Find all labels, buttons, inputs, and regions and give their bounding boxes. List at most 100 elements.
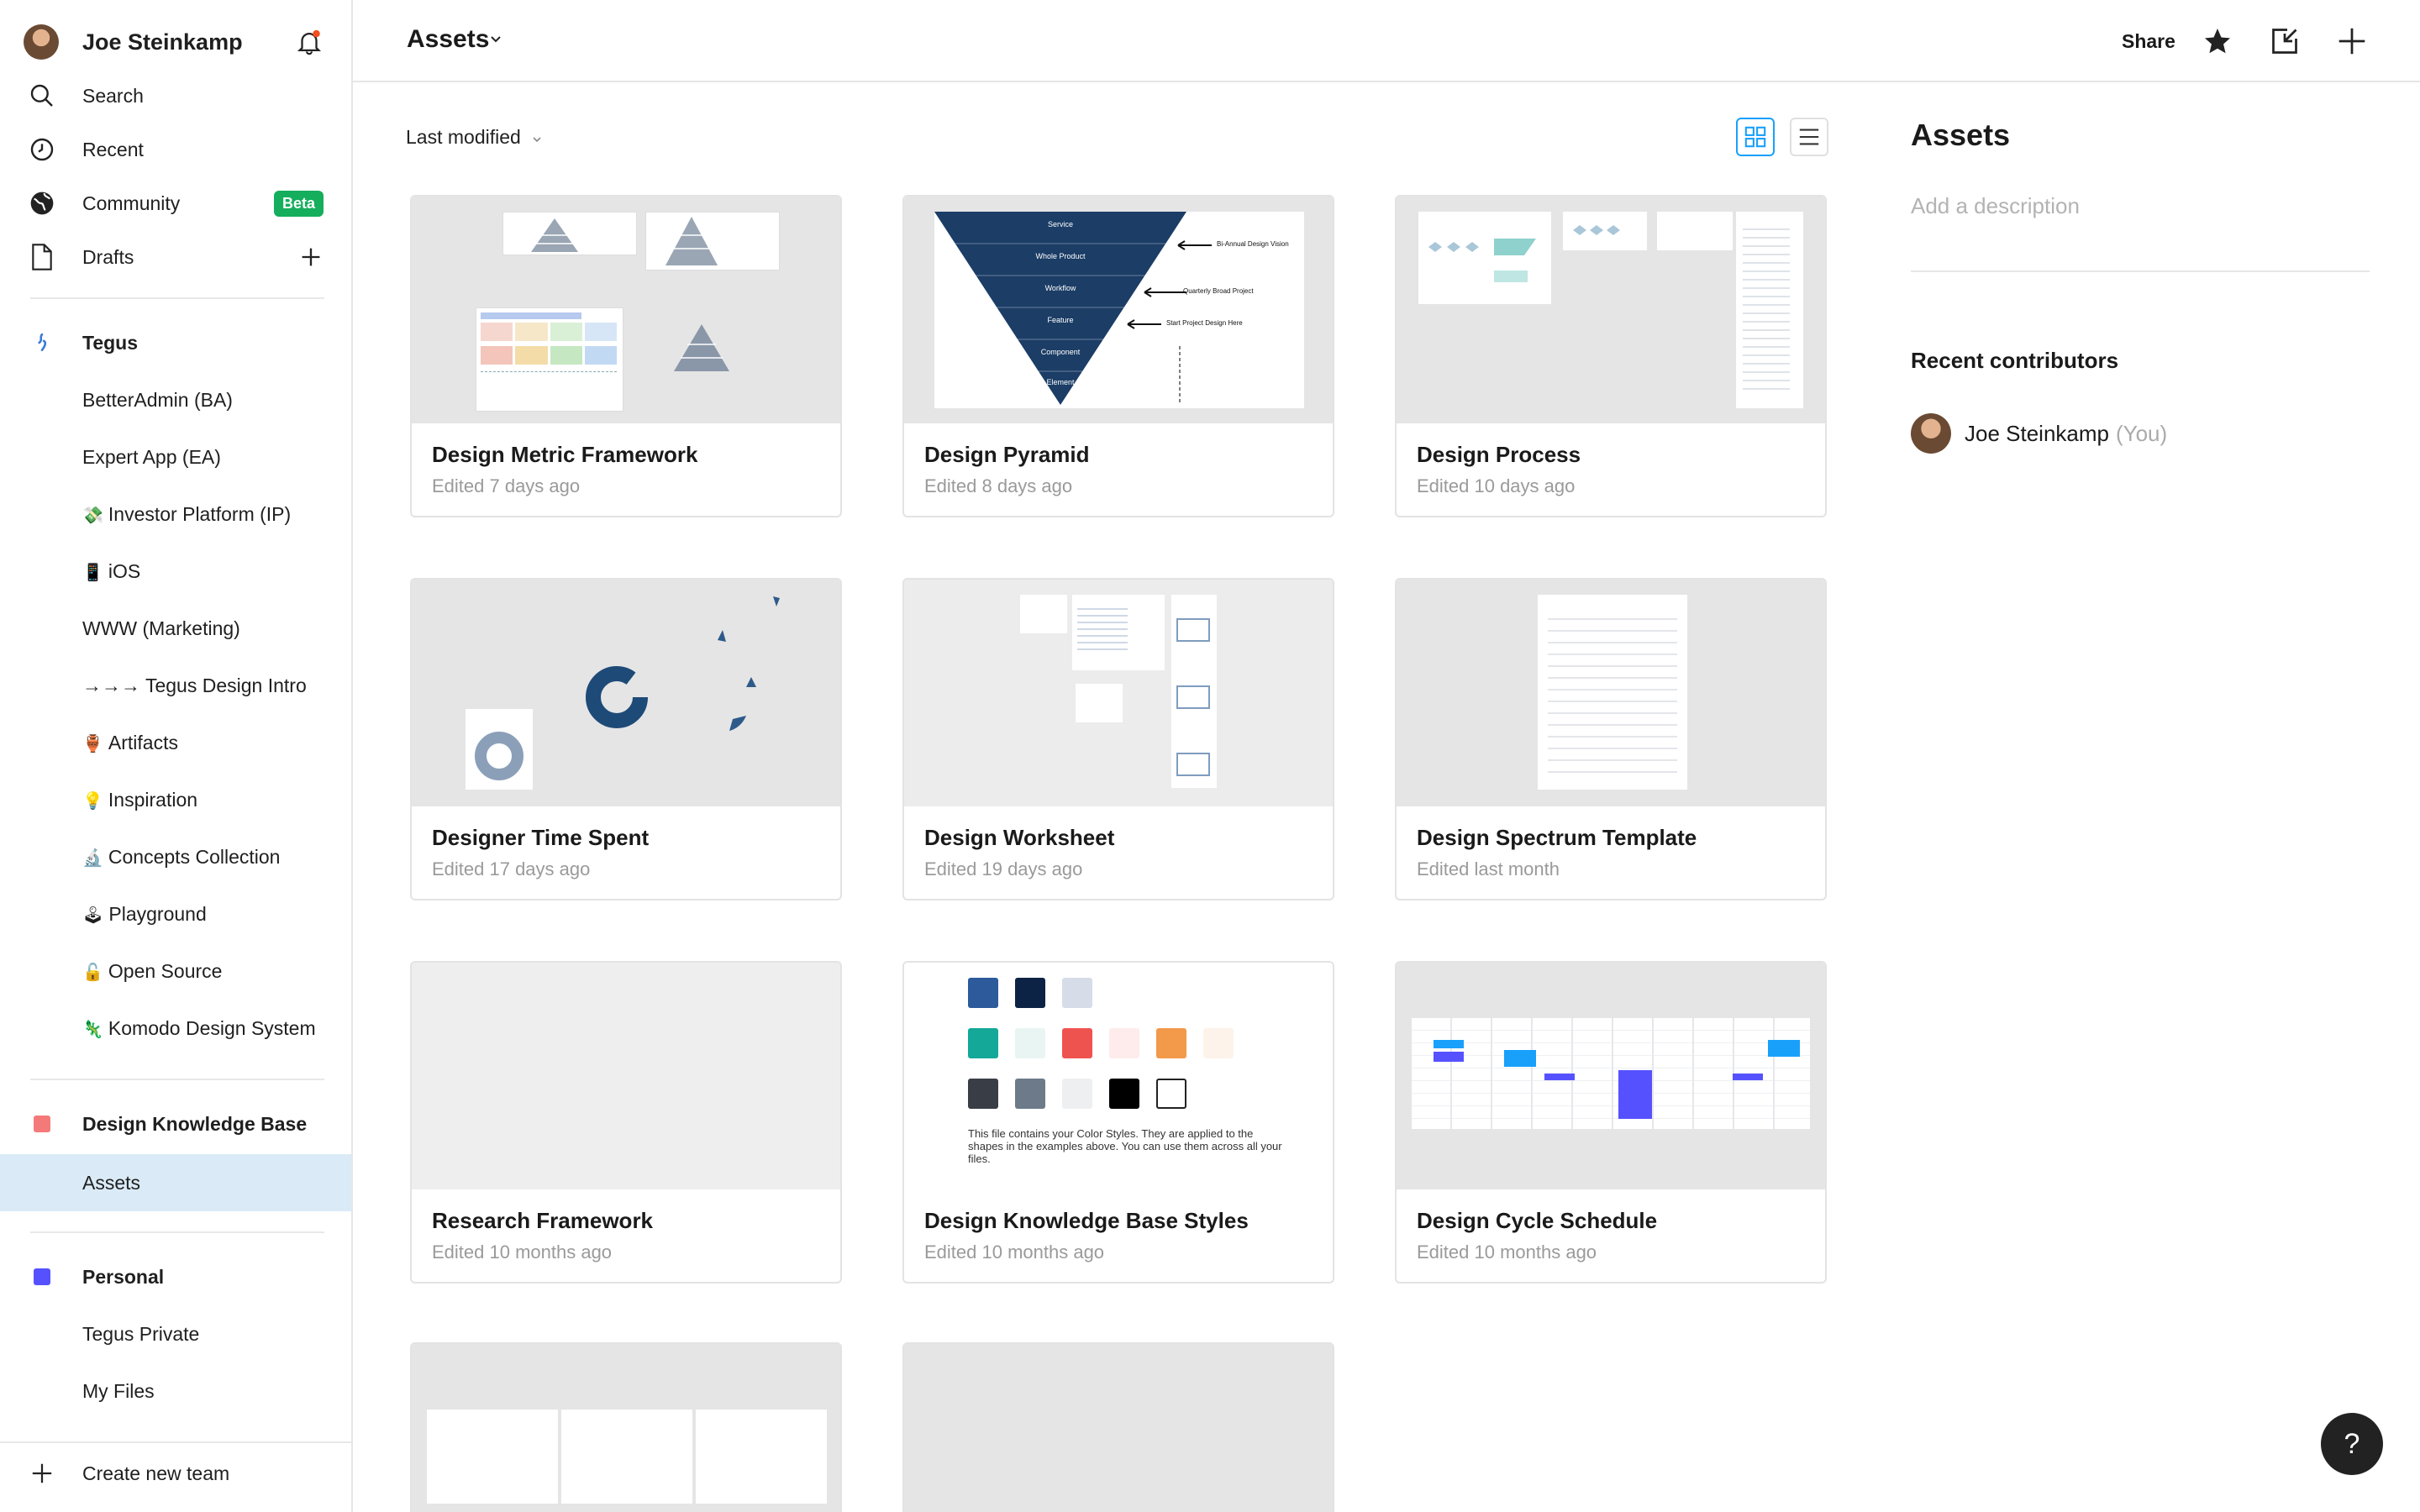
sidebar-project-item[interactable]: 📱 iOS xyxy=(0,544,351,598)
sidebar-item-recent[interactable]: Recent xyxy=(0,123,351,176)
sort-label: Last modified xyxy=(406,126,521,148)
star-icon[interactable] xyxy=(2202,25,2233,57)
sidebar-item-label: Search xyxy=(82,84,144,107)
file-title: Design Knowledge Base Styles xyxy=(924,1208,1249,1233)
file-icon xyxy=(27,242,57,272)
project-label: 🔓 Open Source xyxy=(82,960,222,983)
share-button[interactable]: Share xyxy=(2122,30,2175,53)
sidebar-project-item[interactable]: Expert App (EA) xyxy=(0,430,351,484)
file-card[interactable] xyxy=(410,1342,842,1512)
file-card[interactable]: Design Spectrum Template Edited last mon… xyxy=(1395,578,1827,900)
file-card[interactable]: Design Process Edited 10 days ago xyxy=(1395,195,1827,517)
file-thumbnail xyxy=(412,963,840,1189)
account-row[interactable]: Joe Steinkamp xyxy=(0,15,351,69)
file-card[interactable]: Design Worksheet Edited 19 days ago xyxy=(902,578,1334,900)
file-title: Design Cycle Schedule xyxy=(1417,1208,1658,1233)
description-input[interactable]: Add a description xyxy=(1911,193,2370,219)
sidebar-project-item[interactable]: BetterAdmin (BA) xyxy=(0,373,351,427)
project-emoji-icon: 🔬 xyxy=(82,847,103,868)
sidebar-item-tegus-private[interactable]: Tegus Private xyxy=(0,1307,351,1361)
sidebar-project-item[interactable]: 🕹 Playground xyxy=(0,887,351,941)
project-label: Tegus Private xyxy=(82,1322,200,1345)
team-header-personal[interactable]: Personal xyxy=(0,1250,351,1304)
file-card[interactable] xyxy=(902,1342,1334,1512)
pyramid-note: Start Project Design Here xyxy=(1166,319,1243,327)
sidebar-item-community[interactable]: Community Beta xyxy=(0,176,351,230)
new-file-plus-icon[interactable] xyxy=(2336,25,2368,57)
team-logo-icon xyxy=(27,328,57,358)
sidebar-item-search[interactable]: Search xyxy=(0,69,351,123)
project-name: Investor Platform (IP) xyxy=(108,502,292,525)
project-label: BetterAdmin (BA) xyxy=(82,389,233,412)
color-swatch xyxy=(1015,1028,1045,1058)
sidebar-project-item[interactable]: 🦎 Komodo Design System xyxy=(0,1001,351,1055)
page-title[interactable]: Assets xyxy=(407,25,489,54)
file-edited-time: Edited 10 days ago xyxy=(1417,475,1576,496)
project-name: Playground xyxy=(108,902,207,925)
file-edited-time: Edited 10 months ago xyxy=(924,1242,1105,1263)
file-card[interactable]: This file contains your Color Styles. Th… xyxy=(902,961,1334,1284)
sidebar-project-item[interactable]: WWW (Marketing) xyxy=(0,601,351,655)
team-header-design-knowledge-base[interactable]: Design Knowledge Base xyxy=(0,1097,351,1151)
project-label: 🕹 Playground xyxy=(82,903,207,926)
file-card[interactable]: Service Whole Product Workflow Feature C… xyxy=(902,195,1334,517)
team-color-swatch xyxy=(34,1268,50,1285)
file-thumbnail xyxy=(1397,963,1825,1189)
plus-icon xyxy=(27,1458,57,1488)
file-title: Design Process xyxy=(1417,442,1581,467)
project-label: 💸 Investor Platform (IP) xyxy=(82,503,291,526)
sidebar-item-my-files[interactable]: My Files xyxy=(0,1364,351,1418)
user-name[interactable]: Joe Steinkamp xyxy=(82,29,243,55)
notification-bell-icon[interactable] xyxy=(294,27,324,57)
file-edited-time: Edited 10 months ago xyxy=(1417,1242,1597,1263)
sidebar-project-item[interactable]: 🔓 Open Source xyxy=(0,944,351,998)
file-card[interactable]: Design Cycle Schedule Edited 10 months a… xyxy=(1395,961,1827,1284)
color-swatch xyxy=(1062,978,1092,1008)
pyramid-note: Quarterly Broad Project xyxy=(1183,287,1254,295)
sidebar-project-item[interactable]: 🔬 Concepts Collection xyxy=(0,830,351,884)
sidebar-project-item[interactable]: →→→ Tegus Design Intro xyxy=(0,659,351,712)
file-title: Research Framework xyxy=(432,1208,654,1233)
sidebar-item-drafts[interactable]: Drafts xyxy=(0,230,351,284)
sidebar-divider xyxy=(0,1441,351,1443)
help-button[interactable]: ? xyxy=(2321,1413,2383,1475)
project-name: WWW (Marketing) xyxy=(82,617,240,639)
file-thumbnail xyxy=(1397,580,1825,806)
color-swatch xyxy=(1156,1028,1186,1058)
sidebar-divider xyxy=(30,1079,324,1080)
create-team-button[interactable]: Create new team xyxy=(0,1446,351,1500)
team-header-tegus[interactable]: Tegus xyxy=(0,316,351,370)
sort-dropdown[interactable]: Last modified xyxy=(406,126,543,149)
search-icon xyxy=(27,81,57,111)
file-title: Design Pyramid xyxy=(924,442,1090,467)
project-name: →→→ Tegus Design Intro xyxy=(82,674,307,696)
styles-note: This file contains your Color Styles. Th… xyxy=(968,1127,1282,1165)
file-title: Design Metric Framework xyxy=(432,442,698,467)
user-avatar[interactable] xyxy=(24,24,59,60)
add-draft-icon[interactable] xyxy=(296,242,326,272)
sidebar-project-item[interactable]: 💸 Investor Platform (IP) xyxy=(0,487,351,541)
sidebar-item-assets[interactable]: Assets xyxy=(0,1154,351,1211)
sidebar-project-item[interactable]: 🏺 Artifacts xyxy=(0,716,351,769)
file-title: Design Worksheet xyxy=(924,825,1115,850)
import-icon[interactable] xyxy=(2269,25,2301,57)
file-thumbnail xyxy=(904,580,1333,806)
sidebar-divider xyxy=(30,297,324,299)
grid-view-button[interactable] xyxy=(1736,118,1775,156)
file-thumbnail xyxy=(412,1344,840,1512)
project-name: Komodo Design System xyxy=(108,1016,316,1039)
chevron-down-icon[interactable] xyxy=(489,34,502,49)
color-swatch xyxy=(968,1028,998,1058)
file-card[interactable]: Design Metric Framework Edited 7 days ag… xyxy=(410,195,842,517)
project-name: BetterAdmin (BA) xyxy=(82,388,233,411)
sidebar-project-item[interactable]: 💡 Inspiration xyxy=(0,773,351,827)
file-card[interactable]: Research Framework Edited 10 months ago xyxy=(410,961,842,1284)
project-emoji-icon: 🕹 xyxy=(82,904,104,925)
file-thumbnail: This file contains your Color Styles. Th… xyxy=(904,963,1333,1189)
file-card[interactable]: Designer Time Spent Edited 17 days ago xyxy=(410,578,842,900)
team-name: Design Knowledge Base xyxy=(82,1112,308,1135)
list-view-button[interactable] xyxy=(1790,118,1828,156)
sidebar: Joe Steinkamp Search Recent Community Be… xyxy=(0,0,353,1512)
chevron-down-icon xyxy=(533,137,541,143)
file-thumbnail xyxy=(412,580,840,806)
